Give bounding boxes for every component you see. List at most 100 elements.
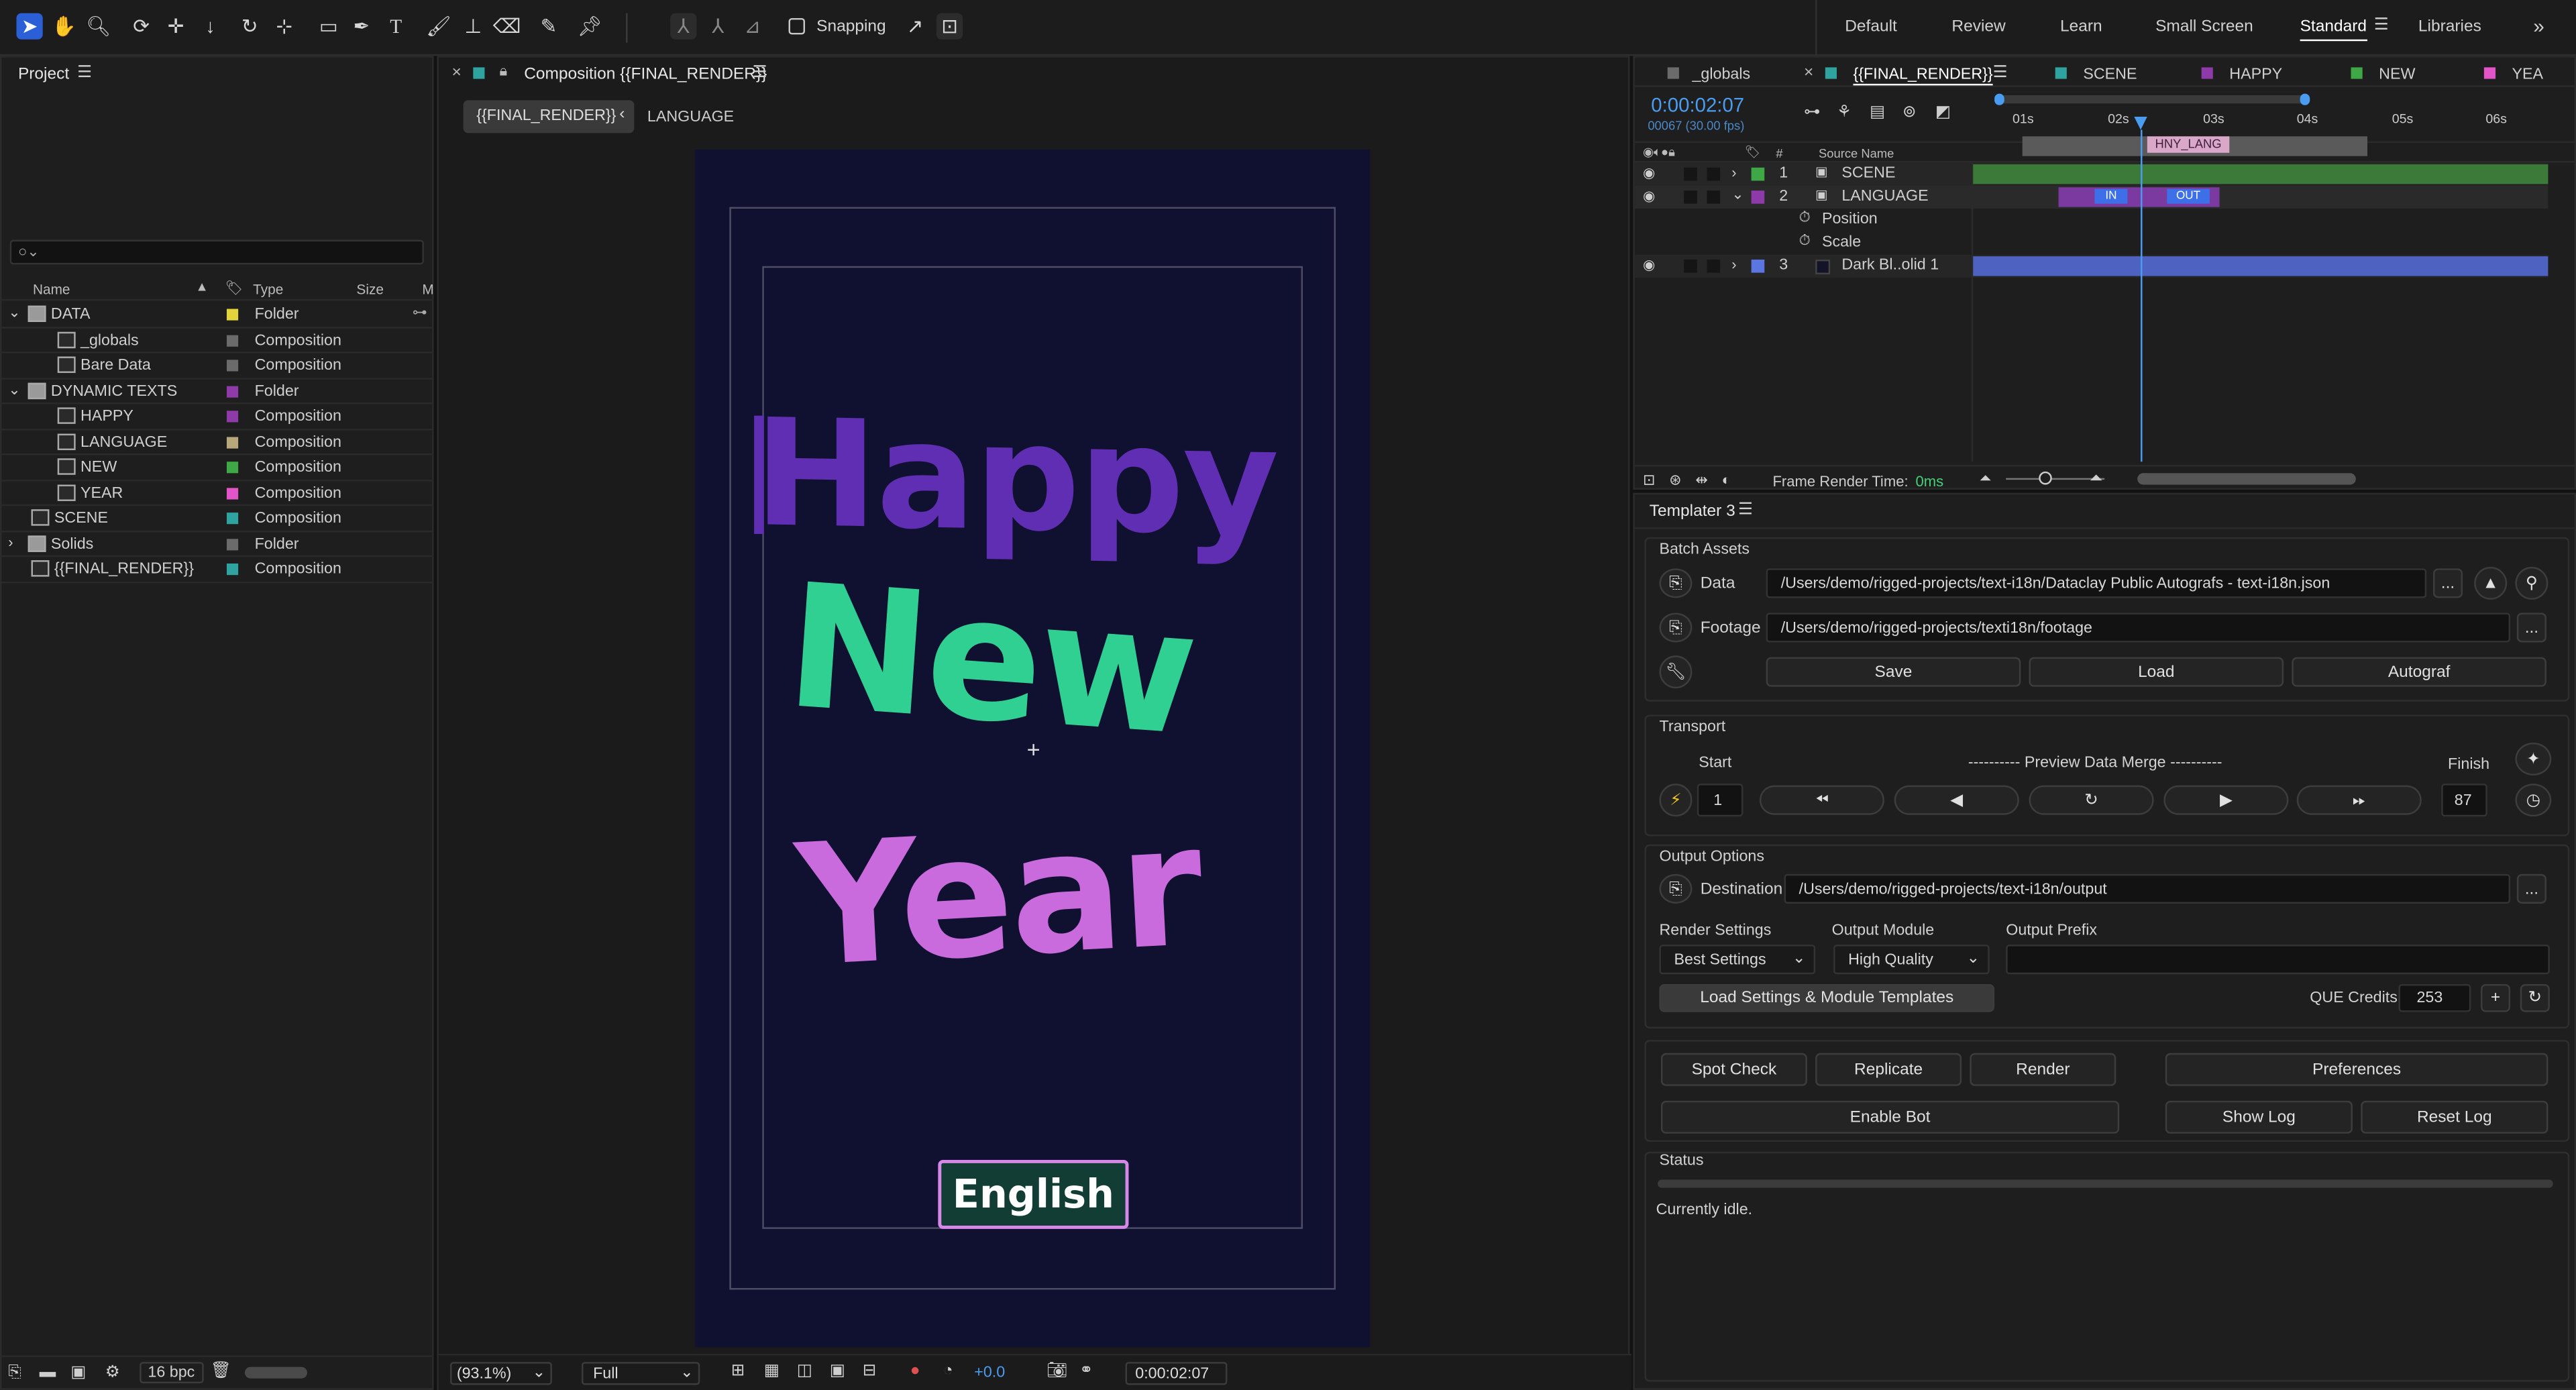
workspace-default[interactable]: Default — [1845, 18, 1897, 36]
snap-edges-icon[interactable]: ↗ — [902, 13, 928, 40]
layer-switches-icon[interactable]: ⊡ — [1643, 472, 1655, 490]
workspace-libraries[interactable]: Libraries — [2418, 18, 2481, 36]
data-source-icon[interactable]: ⎘ — [1659, 568, 1693, 598]
autograf-button[interactable]: Autograf — [2292, 657, 2546, 687]
in-out-panes-icon[interactable]: ⇹ — [1695, 472, 1707, 490]
panel-menu-icon[interactable]: ☰ — [77, 64, 92, 83]
save-button[interactable]: Save — [1766, 657, 2021, 687]
pen-tool-icon[interactable]: ✒ — [348, 13, 374, 40]
graph-editor-icon[interactable]: ◩ — [1935, 103, 1951, 121]
expand-chevron-icon[interactable]: › — [8, 533, 13, 549]
playhead-handle[interactable] — [2134, 116, 2147, 130]
layer-label-color[interactable] — [1751, 191, 1765, 204]
project-item[interactable]: NEW Composition — [1, 455, 433, 481]
color-management-icon[interactable]: ◔ — [943, 1362, 953, 1380]
collapse-chevron-icon[interactable]: ⌄ — [8, 304, 20, 322]
workspace-standard[interactable]: Standard — [2300, 18, 2367, 42]
destination-browse-button[interactable]: ... — [2516, 873, 2546, 904]
lock-icon[interactable]: 🔒︎ — [499, 62, 507, 81]
expand-chevron-icon[interactable]: › — [1731, 256, 1736, 272]
add-credits-button[interactable]: + — [2480, 983, 2511, 1012]
timeline-zoom-handle[interactable] — [2039, 471, 2052, 485]
close-comp-tab-icon[interactable]: × — [451, 64, 461, 83]
project-search-input[interactable]: ○⌄ — [9, 239, 424, 265]
marker-in[interactable]: IN — [2094, 189, 2128, 204]
workspace-learn[interactable]: Learn — [2060, 18, 2102, 36]
pan-behind-icon[interactable]: ⊹ — [271, 13, 297, 40]
bit-depth-button[interactable]: 16 bpc — [140, 1362, 203, 1384]
anchor-crosshair-icon[interactable]: + — [1027, 736, 1040, 762]
layer-label-color[interactable] — [1751, 167, 1765, 181]
render-button[interactable]: Render — [1970, 1053, 2116, 1086]
rectangle-tool-icon[interactable]: ▭ — [315, 13, 341, 40]
selection-tool-icon[interactable]: ➤ — [16, 13, 43, 40]
stopwatch-icon[interactable]: ⏱︎ — [1799, 209, 1811, 227]
layer-bar-dark-solid[interactable] — [1973, 256, 2548, 276]
project-item[interactable]: Bare Data Composition — [1, 354, 433, 379]
label-color-swatch[interactable] — [226, 513, 239, 525]
render-time-icon[interactable]: ◐ — [1722, 472, 1731, 488]
mask-visibility-icon[interactable]: ◫ — [797, 1362, 812, 1380]
render-settings-dropdown[interactable]: Best Settings ⌄ — [1659, 945, 1816, 975]
footage-browse-button[interactable]: ... — [2516, 612, 2546, 643]
more-workspaces-icon[interactable]: » — [2533, 15, 2544, 38]
column-name[interactable]: Name — [33, 281, 70, 297]
wrench-icon[interactable]: 🔧︎ — [1659, 655, 1693, 689]
navigator-start-handle[interactable] — [1994, 93, 2004, 105]
sort-ascending-icon[interactable]: ▲ — [195, 279, 208, 294]
clock-icon[interactable]: ◷ — [2515, 784, 2552, 817]
ai-sparkle-icon[interactable]: ✦ — [2515, 742, 2552, 776]
comp-mini-flowchart-icon[interactable]: ⊶ — [1804, 103, 1820, 121]
local-axis-icon[interactable]: ⅄ — [670, 13, 697, 40]
pan-camera-icon[interactable]: ✛ — [162, 13, 189, 40]
trash-icon[interactable]: 🗑︎ — [210, 1362, 231, 1380]
exposure-value[interactable]: +0.0 — [974, 1364, 1005, 1382]
label-color-swatch[interactable] — [226, 538, 239, 550]
project-item[interactable]: {{FINAL_RENDER}} Composition — [1, 557, 433, 583]
brush-tool-icon[interactable]: 🖌︎ — [425, 13, 451, 40]
solo-toggle[interactable] — [1684, 259, 1697, 273]
puppet-pin-icon[interactable]: 📌︎ — [577, 13, 603, 40]
visibility-eye-icon[interactable]: ◉ — [1643, 164, 1655, 182]
type-tool-icon[interactable]: T — [383, 13, 409, 40]
rotate-tool-icon[interactable]: ↻ — [237, 13, 263, 40]
orbit-camera-icon[interactable]: ⟳ — [128, 13, 154, 40]
label-color-swatch[interactable] — [226, 462, 239, 474]
layer-bar-scene[interactable] — [1973, 164, 2548, 184]
source-name-header[interactable]: Source Name — [1819, 146, 1894, 161]
templater-menu-icon[interactable]: ☰ — [1738, 501, 1753, 519]
composition-tab-title[interactable]: Composition {{FINAL_RENDER}} — [524, 66, 767, 84]
hand-tool-icon[interactable]: ✋ — [51, 13, 77, 40]
lock-toggle[interactable] — [1707, 259, 1721, 273]
project-item[interactable]: _globals Composition — [1, 328, 433, 354]
transparency-grid-icon[interactable]: ▦ — [764, 1362, 780, 1380]
layer-bar-language[interactable]: IN OUT — [2058, 187, 2220, 207]
project-item[interactable]: ⌄ DATA Folder — [1, 303, 433, 328]
first-record-button[interactable]: ⏪︎ — [1759, 785, 1885, 815]
last-record-button[interactable]: ⏩︎ — [2296, 785, 2422, 815]
label-color-swatch[interactable] — [226, 385, 239, 397]
previous-record-button[interactable]: ◀ — [1894, 785, 2019, 815]
new-folder-icon[interactable]: ▬ — [40, 1364, 56, 1382]
snapping-checkbox[interactable] — [788, 17, 806, 35]
collapse-chevron-icon[interactable]: ⌄ — [1731, 186, 1743, 204]
zoom-tool-icon[interactable]: 🔍︎ — [85, 13, 111, 40]
output-module-dropdown[interactable]: High Quality ⌄ — [1833, 945, 1990, 975]
color-channels-icon[interactable]: ● — [910, 1362, 920, 1380]
zoom-out-icon[interactable]: ⏶ — [1980, 470, 1992, 488]
draft-3d-icon[interactable]: ⚘ — [1837, 103, 1851, 121]
column-size[interactable]: Size — [356, 281, 384, 297]
marker-hny-lang[interactable]: HNY_LANG — [2147, 136, 2230, 153]
label-color-swatch[interactable] — [226, 309, 239, 321]
enable-bot-button[interactable]: Enable Bot — [1660, 1100, 2120, 1134]
data-browse-button[interactable]: ... — [2432, 568, 2463, 598]
visibility-eye-icon[interactable]: ◉ — [1643, 187, 1655, 205]
destination-icon[interactable]: ⎘ — [1659, 873, 1693, 904]
property-row-position[interactable]: ⏱︎ Position — [1635, 209, 2548, 231]
breadcrumb-language[interactable]: LANGUAGE — [647, 109, 734, 127]
expand-chevron-icon[interactable]: › — [1731, 164, 1736, 180]
time-navigator-bar[interactable] — [1994, 93, 2310, 105]
location-pin-icon[interactable]: ⚲ — [2515, 566, 2548, 600]
current-time-field[interactable]: 0:00:02:07 — [1125, 1362, 1228, 1385]
start-field[interactable]: 1 — [1697, 784, 1743, 817]
